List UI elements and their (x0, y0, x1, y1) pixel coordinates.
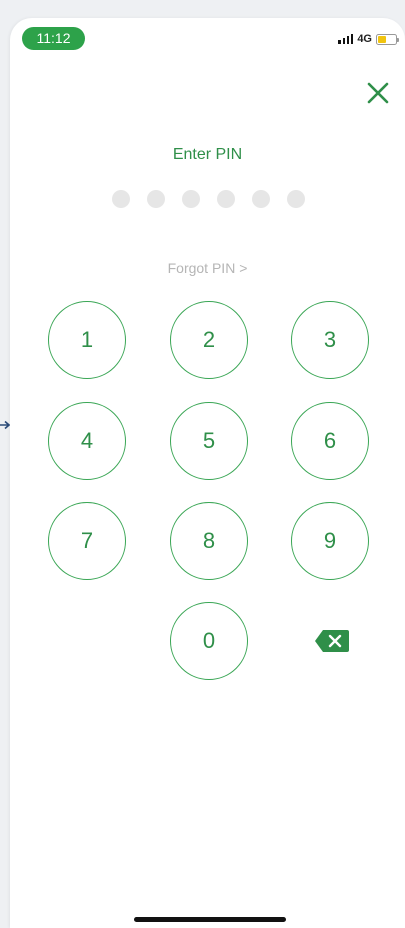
close-icon[interactable] (365, 80, 391, 106)
home-indicator (134, 917, 286, 922)
pin-dots (112, 190, 305, 208)
key-2[interactable]: 2 (170, 301, 248, 379)
pin-dot (182, 190, 200, 208)
battery-icon (376, 33, 399, 45)
key-6[interactable]: 6 (291, 402, 369, 480)
key-7[interactable]: 7 (48, 502, 126, 580)
key-0[interactable]: 0 (170, 602, 248, 680)
status-indicators: 4G (338, 30, 399, 48)
pin-dot (112, 190, 130, 208)
pin-dot (252, 190, 270, 208)
signal-icon (338, 34, 354, 44)
pin-dot (147, 190, 165, 208)
key-8[interactable]: 8 (170, 502, 248, 580)
page-title: Enter PIN (172, 146, 243, 163)
network-type: 4G (357, 33, 372, 45)
key-1[interactable]: 1 (48, 301, 126, 379)
key-3[interactable]: 3 (291, 301, 369, 379)
forgot-pin-link[interactable]: Forgot PIN > (10, 260, 405, 276)
key-9[interactable]: 9 (291, 502, 369, 580)
pin-dot (217, 190, 235, 208)
key-4[interactable]: 4 (48, 402, 126, 480)
pin-entry-screen: 11:12 4G Enter PIN Forgot PIN > 1 2 3 4 … (10, 18, 405, 928)
status-time: 11:12 (22, 27, 85, 50)
arrow-right-icon (0, 420, 10, 430)
key-5[interactable]: 5 (170, 402, 248, 480)
pin-dot (287, 190, 305, 208)
backspace-icon[interactable] (314, 629, 350, 653)
